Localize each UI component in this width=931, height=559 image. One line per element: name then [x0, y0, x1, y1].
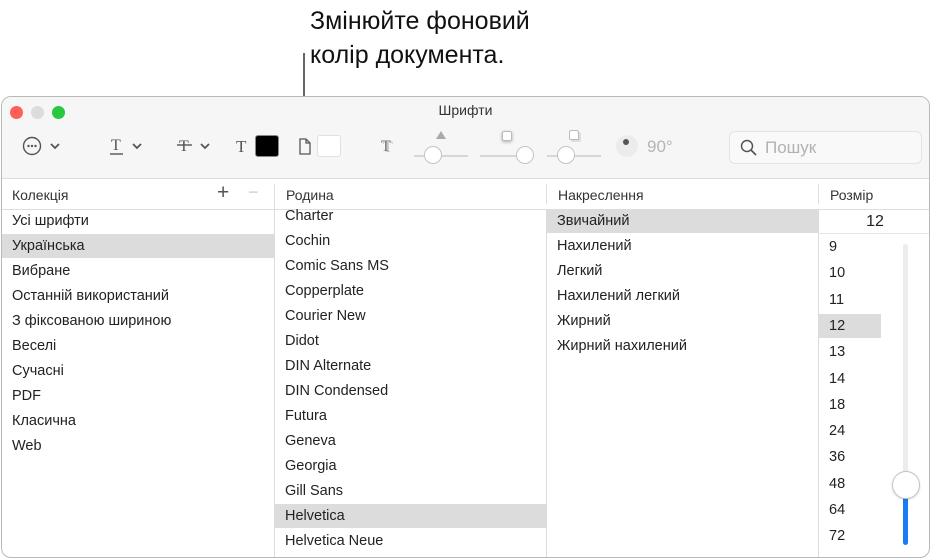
header-family: Родина [286, 187, 334, 203]
family-item[interactable]: Futura [275, 404, 546, 428]
family-item[interactable]: Helvetica [275, 504, 546, 528]
collection-item[interactable]: Сучасні [2, 359, 274, 383]
size-option[interactable]: 14 [819, 367, 881, 391]
shadow-opacity-knob[interactable] [424, 146, 442, 164]
size-option[interactable]: 48 [819, 472, 881, 496]
size-input[interactable]: 12 [819, 210, 929, 234]
size-slider[interactable] [892, 244, 920, 545]
callout-line-1: Змінюйте фоновий [310, 7, 530, 35]
callout-line-2: колір документа. [310, 41, 505, 69]
shadow-opacity-icon [436, 131, 446, 139]
underline-icon: T [110, 137, 123, 155]
shadow-offset-icon [569, 130, 579, 140]
chevron-down-icon [50, 143, 60, 150]
document-color-swatch[interactable] [317, 135, 341, 157]
collection-item[interactable]: Усі шрифти [2, 209, 274, 233]
family-item[interactable]: Didot [275, 329, 546, 353]
typeface-item[interactable]: Легкий [547, 259, 818, 283]
size-option[interactable]: 36 [819, 445, 881, 469]
family-item[interactable]: Geneva [275, 429, 546, 453]
collection-item[interactable]: З фіксованою шириною [2, 309, 274, 333]
size-option[interactable]: 9 [819, 235, 881, 259]
family-item[interactable]: Courier New [275, 304, 546, 328]
document-icon [299, 138, 311, 155]
typeface-list: Звичайний Нахилений Легкий Нахилений легкий… [546, 209, 818, 557]
family-item[interactable]: Cochin [275, 229, 546, 253]
chevron-down-icon [200, 143, 210, 150]
fonts-window: Шрифти T T T TT 90° Пошук Колекція + − Р… [1, 96, 930, 558]
shadow-blur-knob[interactable] [516, 146, 534, 164]
family-item[interactable]: Comic Sans MS [275, 254, 546, 278]
size-option[interactable]: 18 [819, 393, 881, 417]
family-item[interactable]: Charter [275, 204, 546, 228]
typeface-item[interactable]: Нахилений [547, 234, 818, 258]
collection-item[interactable]: Веселі [2, 334, 274, 358]
svg-text:T: T [179, 138, 189, 155]
size-panel: 12 9 10 11 12 13 14 18 24 36 48 64 72 [818, 210, 929, 557]
collection-item[interactable]: PDF [2, 384, 274, 408]
text-color-swatch[interactable] [255, 135, 279, 157]
remove-collection-button[interactable]: − [248, 182, 259, 203]
search-icon [740, 139, 757, 156]
typeface-item[interactable]: Жирний нахилений [547, 334, 818, 358]
size-option[interactable]: 64 [819, 498, 881, 522]
collection-item[interactable]: Останній використаний [2, 284, 274, 308]
collection-item[interactable]: Web [2, 434, 274, 458]
size-option[interactable]: 13 [819, 340, 881, 364]
size-option[interactable]: 24 [819, 419, 881, 443]
add-collection-button[interactable]: + [217, 181, 229, 205]
family-item[interactable]: Georgia [275, 454, 546, 478]
strikethrough-menu-button[interactable]: T [176, 136, 212, 156]
typeface-item[interactable]: Нахилений легкий [547, 284, 818, 308]
strikethrough-icon: T [177, 138, 192, 155]
shadow-offset-knob[interactable] [557, 146, 575, 164]
family-item[interactable]: Helvetica Neue [275, 529, 546, 553]
underline-menu-button[interactable]: T [108, 136, 144, 156]
collection-list: Усі шрифти Українська Вибране Останній вико… [2, 210, 274, 557]
size-option[interactable]: 10 [819, 261, 881, 285]
search-field[interactable]: Пошук [729, 131, 922, 164]
family-item[interactable]: DIN Alternate [275, 354, 546, 378]
size-option[interactable]: 72 [819, 524, 881, 548]
shadow-blur-icon [502, 131, 512, 141]
actions-menu-button[interactable] [22, 136, 62, 156]
search-placeholder: Пошук [765, 137, 817, 157]
collection-item[interactable]: Вибране [2, 259, 274, 283]
size-list: 9 10 11 12 13 14 18 24 36 48 64 72 [819, 235, 929, 557]
shadow-angle-value: 90° [647, 137, 673, 156]
titlebar: Шрифти T T T TT 90° Пошук [2, 97, 929, 179]
window-title: Шрифти [438, 102, 493, 118]
family-item[interactable]: Gill Sans [275, 479, 546, 503]
shadow-angle-dial[interactable] [615, 134, 639, 158]
column-divider[interactable] [818, 184, 819, 204]
ellipsis-circle-icon [22, 136, 42, 156]
family-item[interactable]: DIN Condensed [275, 379, 546, 403]
chevron-down-icon [132, 143, 142, 150]
header-typeface: Накреслення [558, 187, 644, 203]
collection-item[interactable]: Класична [2, 409, 274, 433]
text-shadow-icon: TT [381, 138, 393, 155]
family-list: Charter Cochin Comic Sans MS Copperplate Cou… [274, 204, 546, 557]
text-color-icon: T [236, 137, 247, 155]
size-option[interactable]: 11 [819, 288, 881, 312]
column-divider[interactable] [546, 184, 547, 204]
column-divider[interactable] [274, 184, 275, 204]
typeface-item[interactable]: Звичайний [547, 209, 818, 233]
svg-text:T: T [111, 137, 121, 154]
size-slider-knob[interactable] [892, 470, 920, 499]
header-collection: Колекція [12, 187, 69, 203]
typeface-item[interactable]: Жирний [547, 309, 818, 333]
size-option[interactable]: 12 [819, 313, 881, 338]
family-item[interactable]: Copperplate [275, 279, 546, 303]
svg-text:T: T [236, 137, 247, 155]
header-size: Розмір [830, 187, 874, 203]
svg-text:T: T [381, 138, 391, 155]
callout-text: Змінюйте фоновий колір документа. [310, 4, 530, 72]
collection-item[interactable]: Українська [2, 234, 274, 258]
